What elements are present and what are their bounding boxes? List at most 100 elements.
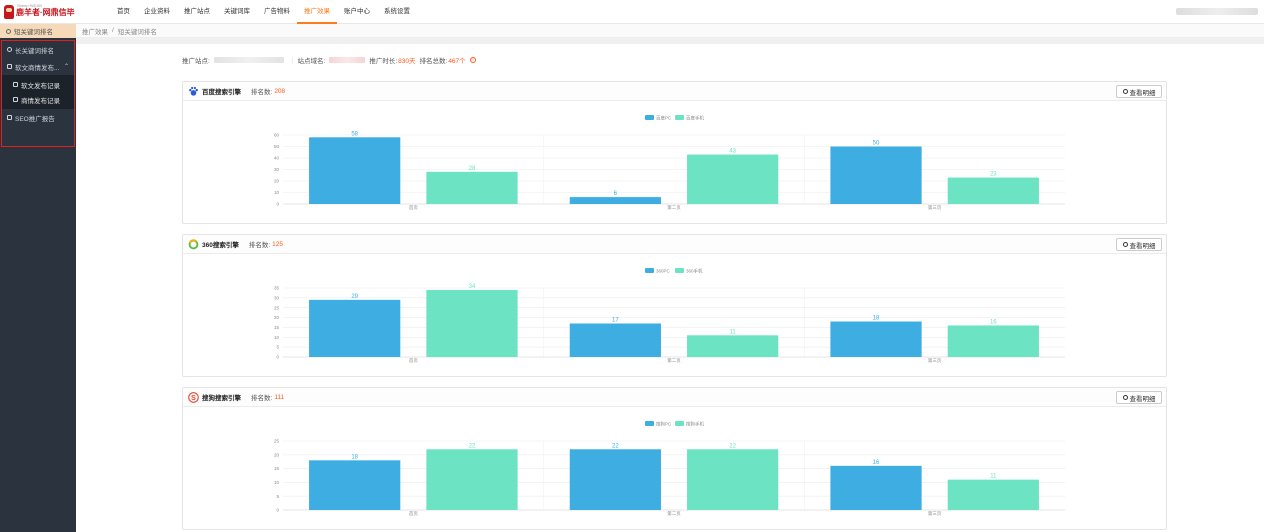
x-tick-label: 第三页: [928, 357, 942, 364]
data-label: 28: [469, 166, 476, 172]
bar: [687, 449, 779, 510]
breadcrumb-item[interactable]: 推广效果: [82, 26, 108, 36]
legend-label: 360PC: [656, 269, 671, 274]
search-icon: [1122, 242, 1128, 247]
sidebar-item-label: 长关键词排名: [15, 47, 54, 55]
y-tick-label: 60: [274, 133, 280, 138]
y-tick-label: 20: [274, 179, 280, 184]
bar: [687, 154, 779, 204]
sidebar-item-long-keyword-rank[interactable]: 长关键词排名: [2, 41, 74, 58]
bar: [569, 323, 661, 357]
sidebar-item-article-publishing[interactable]: 软文商情发布... ⌃: [2, 58, 74, 75]
legend-swatch: [675, 268, 684, 273]
help-icon[interactable]: ?: [469, 57, 476, 63]
bar: [687, 335, 779, 357]
nav-item-promo-sites[interactable]: 推广站点: [177, 0, 217, 24]
y-tick-label: 5: [276, 494, 279, 499]
chevron-up-icon: ⌃: [63, 64, 69, 70]
nav-item-system-settings[interactable]: 系统设置: [377, 0, 417, 24]
x-tick-label: 第三页: [928, 510, 942, 517]
promo-info-bar: 推广站点: | 站点域名: 推广时长: 830天 排名总数: 467个 ?: [182, 54, 476, 66]
total-value: 467个: [448, 58, 466, 65]
data-label: 18: [873, 316, 880, 322]
total-label: 排名总数:: [419, 58, 448, 65]
logo-subtitle: Sheep·WDXB: [17, 3, 42, 8]
y-tick-label: 20: [274, 315, 280, 320]
search-icon: [1122, 395, 1128, 400]
y-tick-label: 10: [274, 190, 280, 195]
bar: [830, 465, 922, 510]
bar: [830, 321, 922, 357]
logo[interactable]: Sheep·WDXB 鹿羊者·网鼎信毕: [4, 3, 75, 20]
legend-swatch: [675, 115, 684, 120]
sidebar-item-article-records[interactable]: 软文发布记录: [2, 77, 74, 92]
nav-item-keyword-library[interactable]: 关键词库: [217, 0, 257, 24]
legend-swatch: [675, 421, 684, 426]
bar: [309, 299, 401, 357]
x-tick-label: 第二页: [667, 357, 681, 364]
view-detail-button[interactable]: 查看明细: [1116, 85, 1162, 98]
y-tick-label: 15: [274, 325, 280, 330]
y-tick-label: 0: [276, 202, 279, 207]
sidebar-item-label: 软文发布记录: [21, 82, 60, 90]
baidu-panel: 百度搜索引擎 排名数: 208 查看明细 百度PC 百度手机 0 10 20 30 40 50…: [182, 81, 1167, 224]
legend-swatch: [645, 115, 654, 120]
rank-value: 111: [274, 393, 285, 401]
sidebar-item-label: 软文商情发布...: [15, 64, 60, 72]
sogou-s-icon: S: [188, 391, 199, 403]
legend-swatch: [645, 421, 654, 426]
view-detail-button[interactable]: 查看明细: [1116, 391, 1162, 404]
sidebar-item-short-keyword-rank[interactable]: 短关键词排名: [0, 24, 76, 38]
domain-label: 站点域名:: [297, 58, 326, 65]
nav-item-home[interactable]: 首页: [110, 0, 137, 24]
x-tick-label: 第三页: [928, 204, 942, 211]
main-content: 推广效果 / 短关键词排名 推广站点: | 站点域名: 推广时长: 830天 排…: [76, 24, 1264, 532]
data-label: 29: [351, 294, 358, 300]
legend-label: 搜狗手机: [686, 421, 704, 428]
360-bar-chart: 360PC 360手机 0 5 10 15 20 25 30 35 首页 29 34 第二页 17 11 第三页…: [274, 268, 1065, 364]
data-label: 43: [729, 149, 736, 155]
nav-item-company-info[interactable]: 企业资料: [137, 0, 177, 24]
data-label: 16: [990, 319, 997, 325]
document-icon: [7, 64, 12, 69]
nav-item-ad-materials[interactable]: 广告物料: [257, 0, 297, 24]
legend-label: 搜狗PC: [656, 421, 672, 428]
x-tick-label: 首页: [409, 204, 418, 211]
sidebar-item-label: 短关键词排名: [14, 29, 53, 36]
document-icon: [13, 82, 18, 87]
y-tick-label: 5: [276, 345, 279, 350]
y-tick-label: 25: [274, 439, 280, 444]
document-icon: [13, 97, 18, 102]
logo-text: 鹿羊者·网鼎信毕: [16, 7, 75, 17]
bar: [426, 171, 518, 204]
data-label: 16: [873, 460, 880, 466]
sidebar-item-label: 商情发布记录: [21, 97, 60, 105]
nav-item-account-center[interactable]: 账户中心: [337, 0, 377, 24]
user-info-blurred[interactable]: [1176, 8, 1258, 15]
sogou-bar-chart: 搜狗PC 搜狗手机 0 5 10 15 20 25 首页 18 22 第二页 22 22 第三页 16 11: [274, 421, 1065, 517]
bar: [947, 479, 1039, 510]
bar: [309, 460, 401, 510]
breadcrumb: 推广效果 / 短关键词排名: [76, 24, 1264, 38]
bar: [947, 325, 1039, 357]
sidebar-item-business-records[interactable]: 商情发布记录: [2, 92, 74, 107]
sidebar-item-seo-report[interactable]: SEO推广报告: [2, 109, 74, 126]
bar: [426, 289, 518, 357]
y-tick-label: 50: [274, 144, 280, 149]
data-label: 6: [614, 191, 618, 197]
y-tick-label: 25: [274, 305, 280, 310]
nav-item-promo-results[interactable]: 推广效果: [297, 0, 337, 24]
x-tick-label: 首页: [409, 357, 418, 364]
y-tick-label: 0: [276, 355, 279, 360]
button-label: 查看明细: [1129, 395, 1156, 403]
data-label: 22: [729, 443, 736, 449]
360-panel: 360搜索引擎 排名数: 125 查看明细 360PC 360手机 0 5 10 15 20…: [182, 234, 1167, 377]
data-label: 34: [469, 284, 476, 290]
view-detail-button[interactable]: 查看明细: [1116, 238, 1162, 251]
bar-chart-icon: [7, 115, 12, 120]
eye-icon: [7, 47, 12, 52]
data-label: 11: [990, 474, 997, 480]
rank-value: 208: [274, 87, 286, 95]
divider: [76, 38, 1264, 44]
baidu-bar-chart: 百度PC 百度手机 0 10 20 30 40 50 60 首页 58 28 第二页 6 43 第三页 50 23: [274, 115, 1065, 211]
